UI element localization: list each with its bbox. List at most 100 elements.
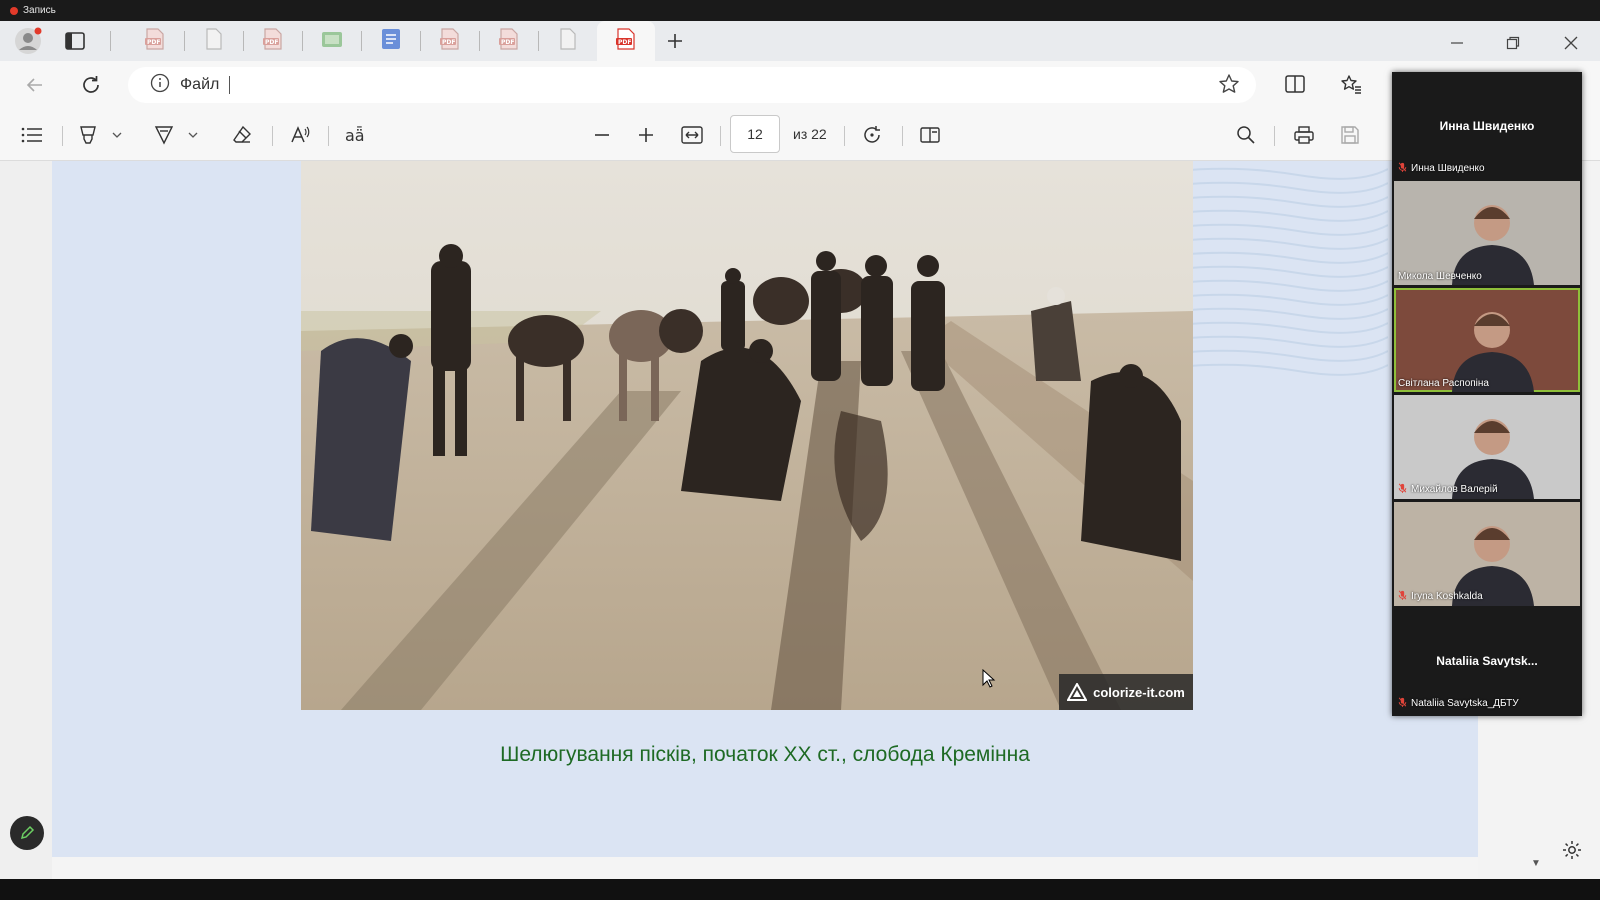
- draw-icon[interactable]: [152, 123, 176, 147]
- left-margin: [0, 161, 52, 879]
- page-number-input[interactable]: [730, 115, 780, 153]
- participant-name: Инна Швиденко: [1411, 163, 1485, 174]
- profile-avatar[interactable]: [14, 27, 42, 60]
- fit-width-icon[interactable]: [680, 123, 704, 147]
- recording-indicator: Запись: [0, 0, 1600, 21]
- url-field[interactable]: Файл: [128, 67, 1256, 103]
- highlight-icon[interactable]: [76, 123, 100, 147]
- svg-text:aǟ: aǟ: [345, 126, 365, 145]
- back-button[interactable]: [24, 74, 46, 96]
- address-bar-row: Файл: [0, 61, 1600, 109]
- participant-video: [1394, 181, 1580, 285]
- browser-tab[interactable]: [362, 21, 420, 61]
- record-dot-icon: [10, 6, 18, 15]
- print-icon[interactable]: [1292, 123, 1316, 147]
- page-gap: [52, 857, 1478, 879]
- translate-icon[interactable]: aǟ: [342, 123, 372, 147]
- pdf-icon: PDF: [263, 27, 283, 55]
- svg-text:PDF: PDF: [501, 39, 514, 46]
- svg-text:PDF: PDF: [618, 39, 631, 46]
- decorative-lines: [1178, 167, 1388, 376]
- browser-tab[interactable]: PDF: [126, 21, 184, 61]
- read-aloud-icon[interactable]: [288, 123, 312, 147]
- pen-icon: [20, 825, 35, 840]
- document-icon: [205, 27, 223, 55]
- settings-button[interactable]: [1558, 836, 1586, 864]
- pdf-icon: PDF: [616, 27, 636, 55]
- docs-icon: [381, 28, 401, 55]
- browser-tab[interactable]: [303, 21, 361, 61]
- mouse-cursor-icon: [982, 668, 996, 694]
- page-view-icon[interactable]: [918, 123, 942, 147]
- gear-icon: [1563, 841, 1581, 859]
- pen-tool-button[interactable]: [10, 816, 44, 850]
- highlight-dropdown-icon[interactable]: [110, 123, 124, 147]
- participant-label: Микола Шевченко: [1398, 271, 1482, 282]
- participant-label: Nataliia Savytska_ДБТУ: [1398, 697, 1519, 710]
- info-icon[interactable]: [150, 73, 170, 98]
- pdf-icon: PDF: [145, 27, 165, 55]
- zoom-out-button[interactable]: [590, 123, 614, 147]
- browser-tab[interactable]: [185, 21, 243, 61]
- slide-caption: Шелюгування пісків, початок XX ст., слоб…: [500, 743, 1030, 766]
- pdf-toolbar: aǟ из 22: [0, 109, 1600, 161]
- svg-text:PDF: PDF: [442, 39, 455, 46]
- image-icon: [321, 29, 343, 54]
- mic-muted-icon: [1398, 697, 1407, 710]
- tab-actions-icon[interactable]: [64, 30, 86, 52]
- browser-tab[interactable]: PDF: [244, 21, 302, 61]
- browser-tab[interactable]: PDF: [421, 21, 479, 61]
- url-cursor: [229, 76, 231, 94]
- participant-label: Михайлов Валерій: [1398, 483, 1498, 496]
- bottom-bar: [0, 879, 1600, 900]
- participant-name: Микола Шевченко: [1398, 271, 1482, 282]
- colorize-logo-icon: [1067, 683, 1088, 701]
- participant-tile[interactable]: Iryna Koshkalda: [1394, 502, 1580, 606]
- eraser-icon[interactable]: [230, 123, 254, 147]
- browser-tab[interactable]: [539, 21, 597, 61]
- pdf-icon: PDF: [499, 27, 519, 55]
- watermark-badge: colorize-it.com: [1059, 674, 1193, 710]
- participant-tile[interactable]: Nataliia Savytsk... Nataliia Savytska_ДБТ…: [1394, 609, 1580, 713]
- favorite-star-icon[interactable]: [1218, 73, 1240, 95]
- browser-tab[interactable]: PDF: [480, 21, 538, 61]
- save-icon[interactable]: [1338, 123, 1362, 147]
- pdf-page: colorize-it.com Шелюгування пісків, поча…: [52, 161, 1478, 857]
- svg-text:PDF: PDF: [265, 39, 278, 46]
- document-icon: [559, 27, 577, 55]
- browser-tab[interactable]: PDF: [597, 21, 655, 61]
- video-conference-panel[interactable]: Инна Швиденко Инна Швиденко Микола Шевченк…: [1392, 72, 1582, 716]
- rotate-icon[interactable]: [860, 123, 884, 147]
- participant-tile[interactable]: Світлана Распопіна: [1394, 288, 1580, 392]
- zoom-in-button[interactable]: [634, 123, 658, 147]
- scroll-down-arrow-icon[interactable]: ▼: [1528, 858, 1544, 874]
- participant-tile[interactable]: Инна Швиденко Инна Швиденко: [1394, 74, 1580, 178]
- participant-label: Инна Швиденко: [1398, 162, 1485, 175]
- restore-button[interactable]: [1502, 32, 1524, 54]
- split-screen-icon[interactable]: [1284, 73, 1306, 95]
- new-tab-button[interactable]: [664, 30, 686, 52]
- participant-tile[interactable]: Микола Шевченко: [1394, 181, 1580, 285]
- close-window-button[interactable]: [1560, 32, 1582, 54]
- pdf-viewport[interactable]: colorize-it.com Шелюгування пісків, поча…: [0, 161, 1600, 879]
- participant-tile[interactable]: Михайлов Валерій: [1394, 395, 1580, 499]
- tab-bar: PDF PDF PDF PDF PDF: [0, 21, 1600, 61]
- draw-dropdown-icon[interactable]: [186, 123, 200, 147]
- page-total-label: из 22: [793, 126, 827, 142]
- pdf-icon: PDF: [440, 27, 460, 55]
- mic-muted-icon: [1398, 483, 1407, 496]
- svg-text:PDF: PDF: [147, 39, 160, 46]
- url-scheme-label: Файл: [180, 76, 220, 93]
- watermark-text: colorize-it.com: [1093, 684, 1185, 700]
- search-icon[interactable]: [1234, 123, 1258, 147]
- favorites-icon[interactable]: [1340, 73, 1362, 95]
- historical-photo: colorize-it.com: [301, 161, 1193, 710]
- participant-name: Світлана Распопіна: [1398, 378, 1489, 389]
- minimize-button[interactable]: [1446, 32, 1468, 54]
- tab-separator: [110, 31, 111, 51]
- reload-button[interactable]: [80, 74, 102, 96]
- participant-name: Михайлов Валерій: [1411, 484, 1498, 495]
- contents-icon[interactable]: [20, 123, 44, 147]
- participant-display-name: Nataliia Savytsk...: [1436, 654, 1538, 668]
- participant-name: Iryna Koshkalda: [1411, 591, 1483, 602]
